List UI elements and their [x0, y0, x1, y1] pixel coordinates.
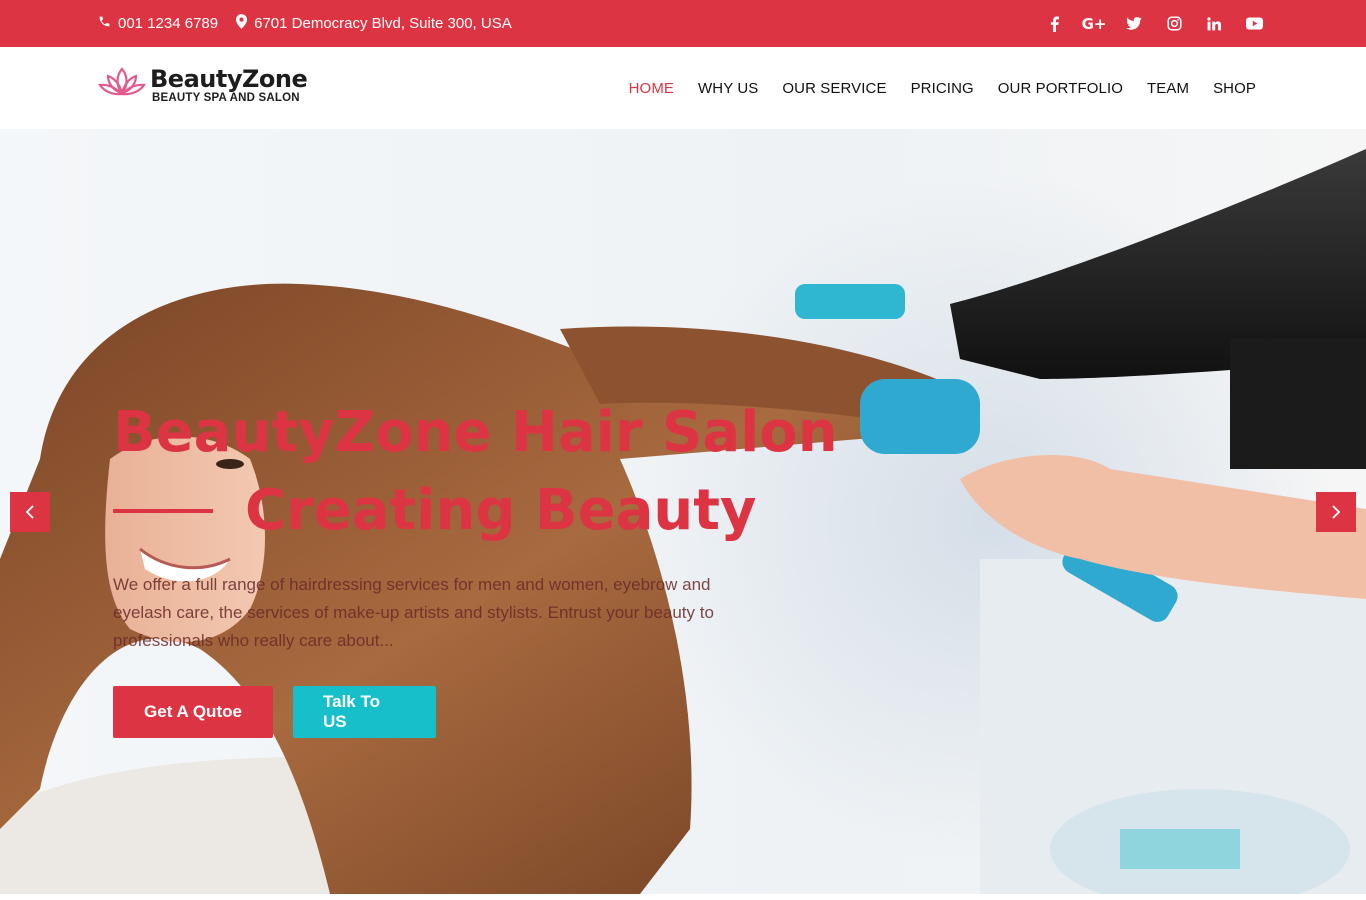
talk-to-us-button[interactable]: Talk To US: [293, 686, 436, 738]
chevron-left-icon: [25, 505, 34, 519]
nav-why-us[interactable]: WHY US: [698, 80, 758, 97]
title-dash-divider: [113, 509, 213, 513]
top-bar: 001 1234 6789 6701 Democracy Blvd, Suite…: [0, 0, 1366, 47]
social-links: G+: [1044, 0, 1264, 47]
phone-number: 001 1234 6789: [118, 15, 219, 32]
main-nav: HOME WHY US OUR SERVICE PRICING OUR PORT…: [629, 47, 1256, 129]
nav-pricing[interactable]: PRICING: [911, 80, 974, 97]
hero-title: BeautyZone Hair Salon Creating Beauty: [113, 394, 873, 550]
site-logo[interactable]: BeautyZone BEAUTY SPA AND SALON: [98, 64, 308, 104]
chevron-right-icon: [1332, 505, 1341, 519]
hero-title-line2-row: Creating Beauty: [113, 472, 873, 550]
hero-slider: BeautyZone Hair Salon Creating Beauty We…: [0, 129, 1366, 894]
map-marker-icon: [236, 14, 248, 33]
nav-our-service[interactable]: OUR SERVICE: [782, 80, 886, 97]
linkedin-icon[interactable]: [1204, 14, 1224, 34]
phone-item[interactable]: 001 1234 6789: [98, 15, 218, 32]
logo-text: BeautyZone BEAUTY SPA AND SALON: [150, 64, 308, 104]
brand-name: BeautyZone: [150, 64, 308, 93]
phone-icon: [98, 15, 111, 32]
get-a-quote-button[interactable]: Get A Qutoe: [113, 686, 273, 738]
hero-buttons: Get A Qutoe Talk To US: [113, 686, 436, 738]
nav-shop[interactable]: SHOP: [1213, 80, 1256, 97]
nav-team[interactable]: TEAM: [1147, 80, 1189, 97]
main-header: BeautyZone BEAUTY SPA AND SALON HOME WHY…: [0, 47, 1366, 129]
hero-description: We offer a full range of hairdressing se…: [113, 575, 714, 650]
twitter-icon[interactable]: [1124, 14, 1144, 34]
slider-prev-button[interactable]: [10, 492, 50, 532]
slider-next-button[interactable]: [1316, 492, 1356, 532]
contact-info: 001 1234 6789 6701 Democracy Blvd, Suite…: [98, 0, 512, 47]
address-text: 6701 Democracy Blvd, Suite 300, USA: [254, 15, 512, 32]
google-plus-icon[interactable]: G+: [1082, 14, 1107, 34]
hero-title-line1: BeautyZone Hair Salon: [113, 400, 838, 465]
address-item: 6701 Democracy Blvd, Suite 300, USA: [236, 14, 512, 33]
youtube-icon[interactable]: [1244, 14, 1264, 34]
nav-home[interactable]: HOME: [629, 80, 674, 97]
instagram-icon[interactable]: [1164, 14, 1184, 34]
hero-title-line2: Creating Beauty: [245, 478, 757, 543]
nav-our-portfolio[interactable]: OUR PORTFOLIO: [998, 80, 1123, 97]
lotus-icon: [98, 65, 146, 104]
brand-tagline: BEAUTY SPA AND SALON: [152, 91, 300, 104]
facebook-icon[interactable]: [1044, 14, 1064, 34]
